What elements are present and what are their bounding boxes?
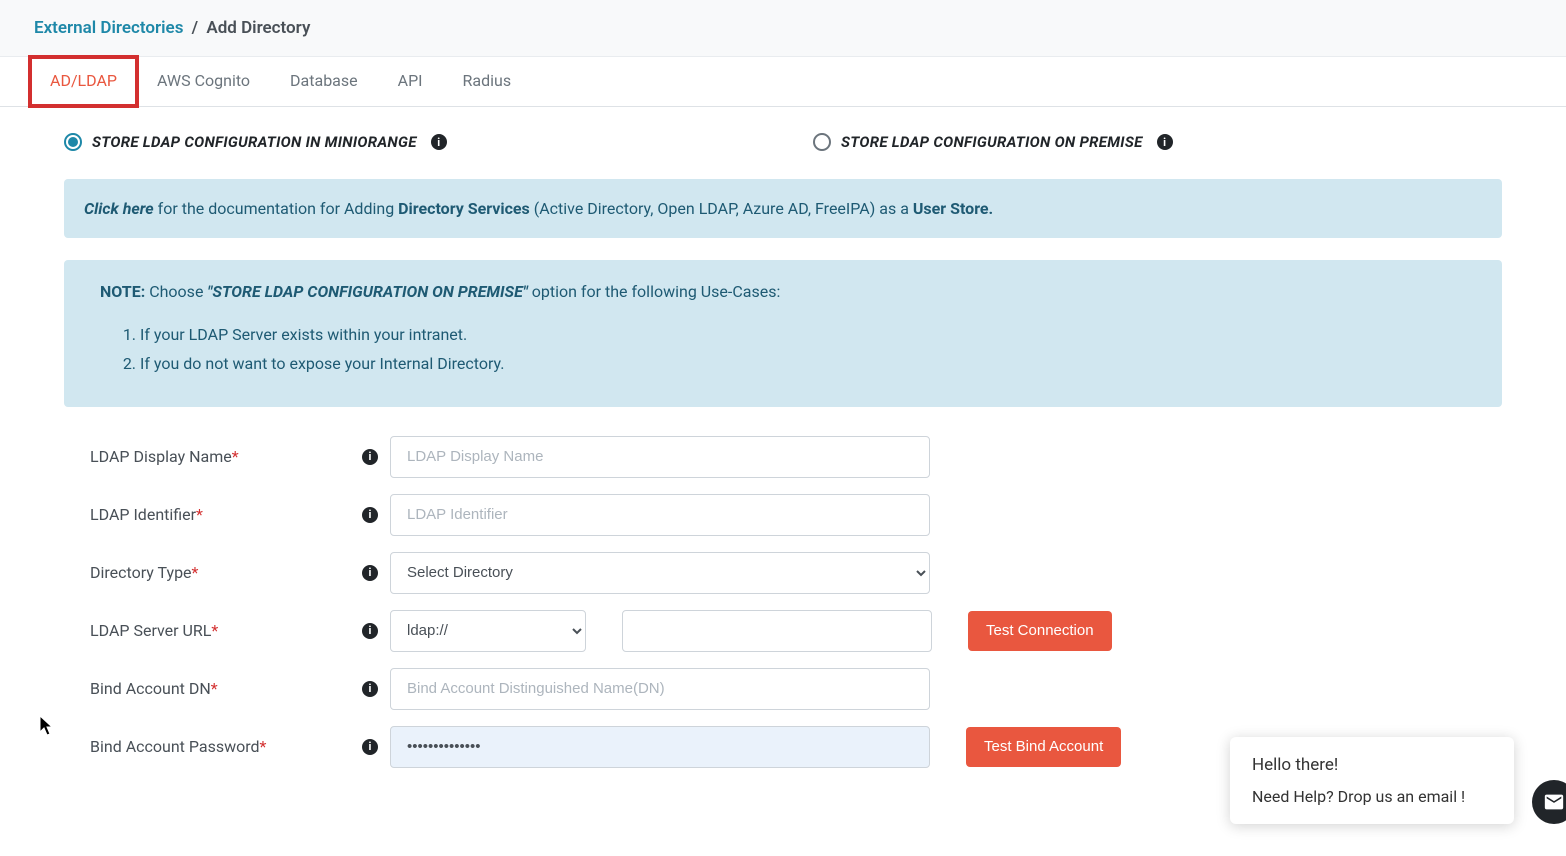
breadcrumb-parent-link[interactable]: External Directories [34, 18, 183, 38]
radio-store-miniorange[interactable]: STORE LDAP CONFIGURATION IN MINIORANGE i [64, 133, 753, 151]
info-icon[interactable]: i [362, 623, 378, 639]
tab-aws-cognito[interactable]: AWS Cognito [137, 57, 270, 106]
chat-help-text: Need Help? Drop us an email ! [1252, 787, 1492, 806]
click-here-link[interactable]: Click here [84, 199, 154, 218]
row-directory-type: Directory Type* i Select Directory [90, 551, 1476, 595]
label-ldap-identifier: LDAP Identifier* [90, 505, 203, 524]
radio-label-onpremise: STORE LDAP CONFIGURATION ON PREMISE [841, 133, 1143, 151]
doc-directory-services: Directory Services [398, 199, 530, 218]
info-icon[interactable]: i [362, 449, 378, 465]
page-header: External Directories / Add Directory [0, 0, 1566, 57]
input-ldap-server-host[interactable] [622, 610, 932, 652]
label-bind-account-dn: Bind Account DN* [90, 679, 218, 698]
test-bind-account-button[interactable]: Test Bind Account [966, 727, 1121, 767]
radio-icon-selected [64, 133, 82, 151]
note-choose: Choose [145, 282, 207, 301]
info-icon[interactable]: i [362, 507, 378, 523]
chat-greeting: Hello there! [1252, 755, 1492, 775]
label-bind-account-password: Bind Account Password* [90, 737, 266, 756]
storage-radio-group: STORE LDAP CONFIGURATION IN MINIORANGE i… [64, 133, 1502, 151]
note-list: If your LDAP Server exists within your i… [140, 321, 1466, 379]
main-content: STORE LDAP CONFIGURATION IN MINIORANGE i… [0, 107, 1566, 823]
tab-database[interactable]: Database [270, 57, 378, 106]
note-box: NOTE: Choose "STORE LDAP CONFIGURATION O… [64, 260, 1502, 407]
note-item-2: If you do not want to expose your Intern… [140, 350, 1466, 379]
row-ldap-identifier: LDAP Identifier* i [90, 493, 1476, 537]
note-label: NOTE: [100, 282, 145, 301]
input-bind-account-dn[interactable] [390, 668, 930, 710]
row-bind-account-dn: Bind Account DN* i [90, 667, 1476, 711]
input-ldap-identifier[interactable] [390, 494, 930, 536]
breadcrumb-current: Add Directory [206, 18, 310, 38]
note-item-1: If your LDAP Server exists within your i… [140, 321, 1466, 350]
tab-api[interactable]: API [378, 57, 443, 106]
breadcrumb: External Directories / Add Directory [34, 18, 1532, 38]
radio-label-miniorange: STORE LDAP CONFIGURATION IN MINIORANGE [92, 133, 417, 151]
note-tail: option for the following Use-Cases: [528, 282, 781, 301]
info-icon[interactable]: i [362, 681, 378, 697]
label-ldap-display-name: LDAP Display Name* [90, 447, 239, 466]
chat-help-widget[interactable]: Hello there! Need Help? Drop us an email… [1230, 737, 1514, 824]
radio-store-onpremise[interactable]: STORE LDAP CONFIGURATION ON PREMISE i [813, 133, 1502, 151]
doc-user-store: User Store. [913, 199, 993, 218]
label-ldap-server-url: LDAP Server URL* [90, 621, 218, 640]
info-icon[interactable]: i [362, 565, 378, 581]
info-icon[interactable]: i [1157, 134, 1173, 150]
tab-radius[interactable]: Radius [443, 57, 532, 106]
input-bind-account-password[interactable] [390, 726, 930, 768]
row-ldap-display-name: LDAP Display Name* i [90, 435, 1476, 479]
input-ldap-display-name[interactable] [390, 436, 930, 478]
mail-icon [1543, 791, 1565, 813]
ldap-form: LDAP Display Name* i LDAP Identifier* i … [64, 435, 1502, 769]
tab-adldap[interactable]: AD/LDAP [30, 57, 137, 106]
select-ldap-protocol[interactable]: ldap:// [390, 610, 586, 652]
radio-icon-unselected [813, 133, 831, 151]
doc-text-2: (Active Directory, Open LDAP, Azure AD, … [530, 199, 913, 218]
info-icon[interactable]: i [362, 739, 378, 755]
select-directory-type[interactable]: Select Directory [390, 552, 930, 594]
documentation-info-box: Click here for the documentation for Add… [64, 179, 1502, 238]
label-directory-type: Directory Type* [90, 563, 198, 582]
info-icon[interactable]: i [431, 134, 447, 150]
test-connection-button[interactable]: Test Connection [968, 611, 1112, 651]
tab-bar: AD/LDAP AWS Cognito Database API Radius [0, 57, 1566, 107]
doc-text-1: for the documentation for Adding [154, 199, 398, 218]
row-ldap-server-url: LDAP Server URL* i ldap:// Test Connecti… [90, 609, 1476, 653]
breadcrumb-separator: / [192, 18, 198, 38]
note-quote: "STORE LDAP CONFIGURATION ON PREMISE" [207, 282, 527, 301]
